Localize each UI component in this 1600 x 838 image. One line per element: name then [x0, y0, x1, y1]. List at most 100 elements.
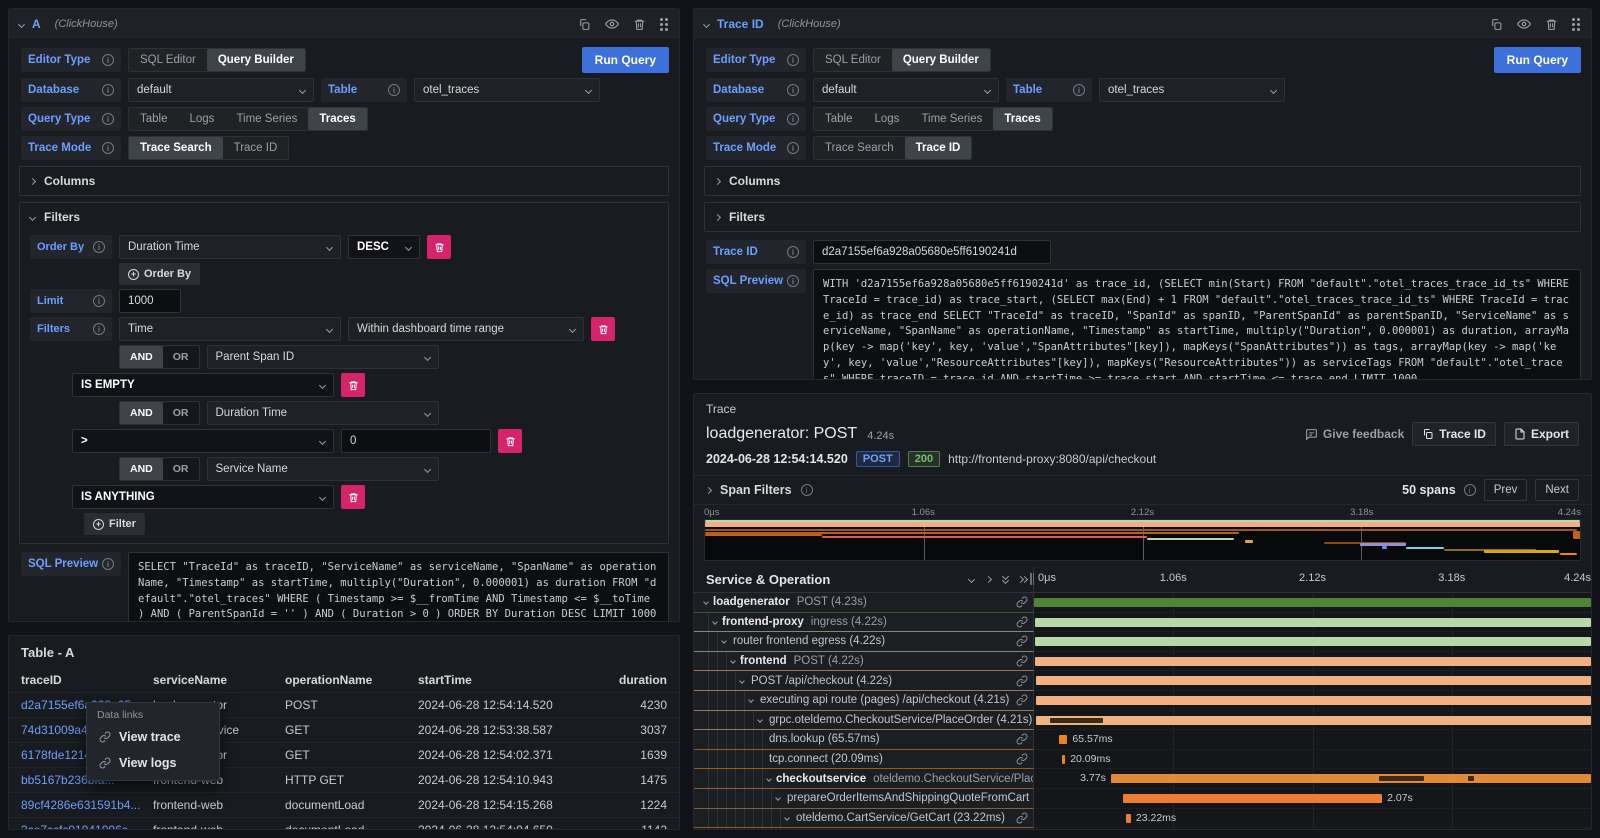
filter-operator-select[interactable]: IS ANYTHING	[72, 485, 334, 509]
filter-time-field-select[interactable]: Time	[119, 317, 341, 341]
span-row[interactable]: POST /api/checkout (4.22s)	[694, 671, 1591, 691]
trace-minimap[interactable]: 0μs1.06s2.12s3.18s4.24s	[704, 507, 1581, 561]
trace-id-link[interactable]: 3ce7ccfc01941096c...	[21, 823, 153, 830]
span-bar[interactable]	[1034, 598, 1591, 607]
or-option[interactable]: OR	[163, 458, 199, 480]
span-row[interactable]: grpc.oteldemo.CheckoutService/PlaceOrder…	[694, 711, 1591, 731]
next-button[interactable]: Next	[1535, 479, 1579, 501]
view-trace-link[interactable]: View trace	[87, 724, 219, 750]
prev-button[interactable]: Prev	[1484, 479, 1528, 501]
span-bar[interactable]	[1035, 618, 1591, 627]
view-logs-link[interactable]: View logs	[87, 750, 219, 776]
remove-filter-button[interactable]	[591, 317, 615, 341]
filter-field-select[interactable]: Service Name	[207, 457, 439, 481]
column-header[interactable]: duration	[566, 673, 667, 687]
chevron-down-icon[interactable]	[721, 639, 727, 645]
filter-operator-select[interactable]: IS EMPTY	[72, 373, 334, 397]
sql-editor-option[interactable]: SQL Editor	[814, 49, 892, 71]
link-icon[interactable]	[1016, 753, 1028, 765]
span-row[interactable]: oteldemo.CartService/GetCart (23.22ms)23…	[694, 809, 1591, 829]
trace-id-option[interactable]: Trace ID	[223, 137, 289, 159]
expand-one-icon[interactable]	[985, 576, 992, 583]
span-link-icon[interactable]	[1016, 675, 1028, 687]
query-type-traces[interactable]: Traces	[308, 108, 366, 130]
link-icon[interactable]	[1016, 635, 1028, 647]
filters-section-header[interactable]: Filters	[20, 203, 668, 231]
database-select[interactable]: default	[128, 78, 314, 102]
collapse-one-icon[interactable]	[968, 576, 975, 583]
order-by-field-select[interactable]: Duration Time	[119, 235, 341, 259]
span-row[interactable]: executing api route (pages) /api/checkou…	[694, 691, 1591, 711]
table-select[interactable]: otel_traces	[414, 78, 600, 102]
filters-section-header[interactable]: Filters	[705, 203, 1580, 231]
span-link-icon[interactable]	[1016, 753, 1028, 765]
span-bar[interactable]	[1036, 716, 1591, 725]
query-builder-option[interactable]: Query Builder	[207, 49, 305, 71]
and-option[interactable]: AND	[120, 346, 163, 368]
link-icon[interactable]	[1016, 694, 1028, 706]
chevron-down-icon[interactable]	[748, 697, 754, 703]
query-builder-option[interactable]: Query Builder	[892, 49, 990, 71]
drag-handle-icon[interactable]	[1572, 18, 1581, 31]
collapse-all-icon[interactable]	[1003, 576, 1008, 583]
filter-operator-select[interactable]: >	[72, 429, 334, 453]
add-filter-button[interactable]: Filter	[84, 513, 145, 535]
span-bar[interactable]	[1059, 735, 1068, 744]
query-type-time-series[interactable]: Time Series	[225, 108, 308, 130]
span-row[interactable]: checkoutserviceoteldemo.CheckoutService/…	[694, 769, 1591, 789]
add-order-by-button[interactable]: Order By	[119, 263, 200, 285]
table-select[interactable]: otel_traces	[1099, 78, 1285, 102]
link-icon[interactable]	[1016, 616, 1028, 628]
trace-search-option[interactable]: Trace Search	[129, 137, 223, 159]
chevron-down-icon[interactable]	[703, 599, 709, 605]
remove-filter-button[interactable]	[498, 429, 522, 453]
query-type-logs[interactable]: Logs	[864, 108, 911, 130]
query-type-time-series[interactable]: Time Series	[910, 108, 993, 130]
span-filters-label[interactable]: Span Filters	[720, 483, 792, 497]
run-query-button[interactable]: Run Query	[582, 47, 669, 73]
span-row[interactable]: tcp.connect (20.09ms)20.09ms	[694, 750, 1591, 770]
chevron-down-icon[interactable]	[766, 776, 772, 782]
chevron-down-icon[interactable]	[739, 678, 745, 684]
chevron-down-icon[interactable]	[784, 815, 790, 821]
span-row[interactable]: router frontend egress (4.22s)	[694, 632, 1591, 652]
minimap-canvas[interactable]	[704, 519, 1581, 561]
or-option[interactable]: OR	[163, 346, 199, 368]
span-bar[interactable]	[1035, 637, 1591, 646]
query-type-table[interactable]: Table	[814, 108, 864, 130]
trace-id-option[interactable]: Trace ID	[905, 137, 972, 159]
chevron-down-icon[interactable]	[703, 20, 710, 27]
query-type-table[interactable]: Table	[129, 108, 179, 130]
span-bar[interactable]	[1123, 794, 1382, 803]
eye-icon[interactable]	[1517, 17, 1531, 31]
remove-filter-button[interactable]	[341, 373, 365, 397]
trash-icon[interactable]	[633, 18, 646, 31]
remove-filter-button[interactable]	[341, 485, 365, 509]
link-icon[interactable]	[1016, 812, 1028, 824]
trace-id-input[interactable]	[813, 240, 1051, 264]
span-link-icon[interactable]	[1016, 812, 1028, 824]
columns-section-header[interactable]: Columns	[20, 167, 668, 195]
query-type-traces[interactable]: Traces	[993, 108, 1051, 130]
span-bar[interactable]	[1126, 814, 1130, 823]
eye-icon[interactable]	[605, 17, 619, 31]
span-link-icon[interactable]	[1016, 635, 1028, 647]
span-bar[interactable]	[1062, 755, 1065, 764]
chevron-down-icon[interactable]	[775, 795, 781, 801]
span-link-icon[interactable]	[1016, 694, 1028, 706]
trace-id-copy-button[interactable]: Trace ID	[1412, 422, 1496, 446]
chevron-down-icon[interactable]	[712, 619, 718, 625]
query-header-a[interactable]: A (ClickHouse)	[9, 9, 679, 39]
chevron-down-icon[interactable]	[730, 658, 736, 664]
order-by-direction-select[interactable]: DESC	[348, 235, 420, 259]
link-icon[interactable]	[1016, 733, 1028, 745]
filter-field-select[interactable]: Duration Time	[207, 401, 439, 425]
link-icon[interactable]	[1016, 655, 1028, 667]
columns-section-header[interactable]: Columns	[705, 167, 1580, 195]
chevron-down-icon[interactable]	[757, 717, 763, 723]
span-link-icon[interactable]	[1016, 733, 1028, 745]
limit-input[interactable]	[119, 289, 181, 313]
give-feedback-button[interactable]: Give feedback	[1305, 427, 1404, 441]
span-link-icon[interactable]	[1016, 616, 1028, 628]
and-option[interactable]: AND	[120, 458, 163, 480]
